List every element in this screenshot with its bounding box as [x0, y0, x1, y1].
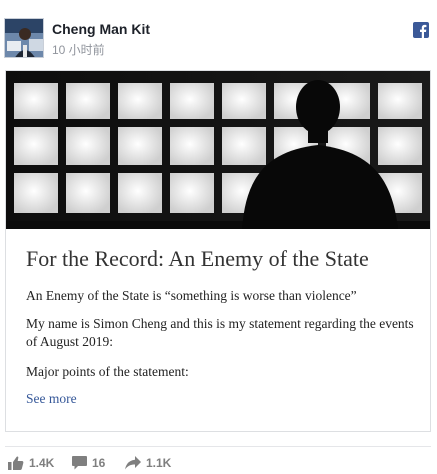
see-more-link[interactable]: See more [26, 391, 77, 407]
share-button[interactable]: 1.1K [125, 456, 171, 470]
comment-button[interactable]: 16 [72, 456, 105, 470]
like-count: 1.4K [29, 456, 55, 470]
article-paragraph: My name is Simon Cheng and this is my st… [26, 316, 414, 349]
divider [5, 446, 431, 447]
article-title[interactable]: For the Record: An Enemy of the State [26, 246, 369, 272]
post-timestamp[interactable]: 10 小时前 [52, 41, 105, 58]
share-arrow-icon [125, 456, 141, 470]
link-preview-card[interactable]: For the Record: An Enemy of the State An… [5, 70, 431, 432]
author-name[interactable]: Cheng Man Kit [52, 21, 150, 37]
window-silhouette-image [6, 71, 430, 229]
thumbs-up-icon [8, 456, 24, 470]
post-header: Cheng Man Kit 10 小时前 [4, 18, 437, 60]
avatar[interactable] [4, 18, 44, 58]
article-image[interactable] [6, 71, 430, 229]
article-paragraph: Major points of the statement: [26, 364, 189, 379]
comment-count: 16 [92, 456, 106, 470]
comment-icon [72, 456, 87, 470]
share-count: 1.1K [146, 456, 172, 470]
facebook-post: Cheng Man Kit 10 小时前 For the Record: An … [0, 0, 437, 473]
avatar-image [5, 19, 43, 57]
facebook-logo-icon[interactable] [413, 22, 429, 38]
like-button[interactable]: 1.4K [8, 456, 54, 470]
article-paragraph: An Enemy of the State is “something is w… [26, 288, 357, 303]
